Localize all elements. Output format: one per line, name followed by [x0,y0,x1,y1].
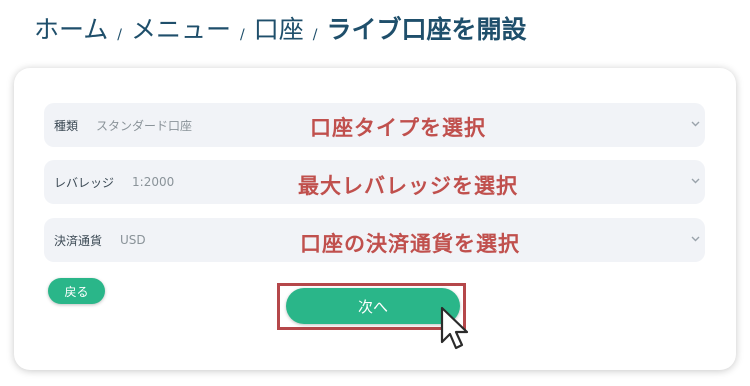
currency-value: USD [120,233,146,247]
leverage-value: 1:2000 [132,175,175,189]
breadcrumb-account[interactable]: 口座 [254,10,304,46]
chevron-down-icon [691,236,700,242]
leverage-label: レバレッジ [54,175,115,190]
chevron-down-icon [691,121,700,127]
breadcrumb-separator: / [117,27,122,43]
breadcrumb-separator: / [312,27,318,43]
breadcrumb-menu[interactable]: メニュー [131,10,231,46]
breadcrumb: ホーム / メニュー / 口座 / ライブ口座を開設 [34,10,526,46]
account-type-value: スタンダード口座 [96,118,193,133]
currency-annotation: 口座の決済通貨を選択 [300,232,520,256]
next-button[interactable]: 次へ [286,288,460,324]
breadcrumb-home[interactable]: ホーム [34,10,108,46]
breadcrumb-separator: / [240,27,245,43]
currency-label: 決済通貨 [54,233,103,248]
leverage-annotation: 最大レバレッジを選択 [298,174,518,198]
account-type-annotation: 口座タイプを選択 [310,116,486,140]
account-type-label: 種類 [54,118,79,133]
chevron-down-icon [691,178,700,184]
mouse-pointer-icon [440,306,469,350]
back-button[interactable]: 戻る [48,278,105,304]
page-title: ライブ口座を開設 [326,15,527,44]
